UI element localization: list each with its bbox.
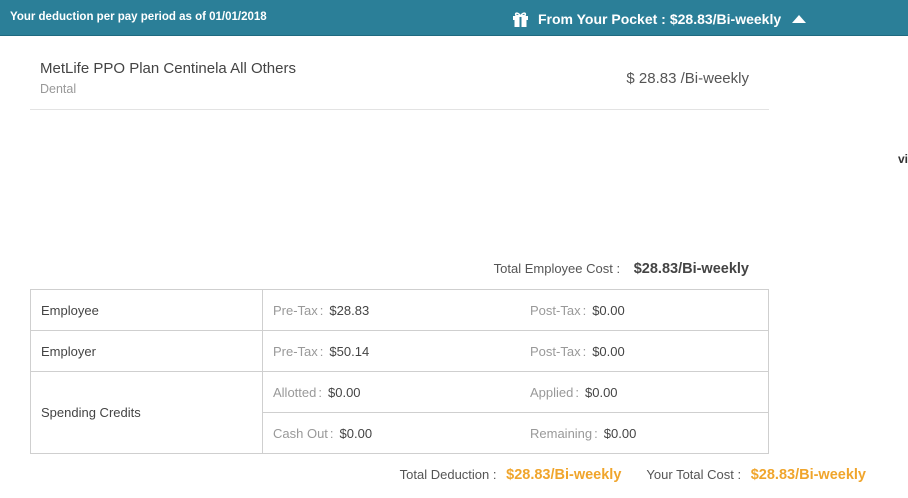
remaining-value: $0.00 xyxy=(603,425,637,441)
post-tax-value: $0.00 xyxy=(592,302,625,318)
post-tax-cell: Post-Tax: $0.00 xyxy=(520,289,769,331)
from-your-pocket-toggle[interactable]: From Your Pocket : $28.83/Bi-weekly xyxy=(512,9,807,29)
allotted-value: $0.00 xyxy=(328,384,361,400)
row-label: Employee xyxy=(30,289,263,331)
total-employee-cost: Total Employee Cost : $28.83/Bi-weekly xyxy=(494,261,749,277)
total-deduction-label: Total Deduction : xyxy=(399,467,497,482)
post-tax-label: Post-Tax xyxy=(530,343,581,359)
total-deduction-value: $28.83/Bi-weekly xyxy=(506,467,622,483)
totals-footer: Total Deduction : $28.83/Bi-weekly Your … xyxy=(400,467,866,483)
truncated-text: vi xyxy=(898,152,908,166)
caret-up-icon[interactable] xyxy=(792,15,807,23)
applied-value: $0.00 xyxy=(585,384,618,400)
cost-breakdown-table: Employee Pre-Tax: $28.83 Post-Tax: $0.00 E… xyxy=(30,289,769,454)
applied-label: Applied xyxy=(530,384,574,400)
remaining-label: Remaining xyxy=(530,425,593,441)
total-employee-cost-value: $28.83/Bi-weekly xyxy=(633,261,749,277)
deduction-header-bar: Your deduction per pay period as of 01/0… xyxy=(0,0,908,36)
remaining-cell: Remaining: $0.00 xyxy=(520,412,769,454)
total-employee-cost-label: Total Employee Cost : xyxy=(493,261,621,276)
table-row: Employee Pre-Tax: $28.83 Post-Tax: $0.00 xyxy=(30,289,769,331)
plan-name: MetLife PPO Plan Centinela All Others xyxy=(40,60,296,77)
plan-row: MetLife PPO Plan Centinela All Others De… xyxy=(30,48,769,110)
post-tax-label: Post-Tax xyxy=(530,302,581,318)
applied-cell: Applied: $0.00 xyxy=(520,371,769,413)
table-row: Spending Credits Allotted: $0.00 Applied:… xyxy=(30,371,769,454)
pre-tax-label: Pre-Tax xyxy=(273,302,318,318)
deduction-period-label: Your deduction per pay period as of 01/0… xyxy=(10,11,267,23)
table-row: Employer Pre-Tax: $50.14 Post-Tax: $0.00 xyxy=(30,330,769,372)
pre-tax-label: Pre-Tax xyxy=(273,343,318,359)
pocket-label: From Your Pocket : xyxy=(538,11,666,27)
pre-tax-cell: Pre-Tax: $50.14 xyxy=(262,330,520,372)
gift-icon xyxy=(512,11,529,28)
pre-tax-value: $28.83 xyxy=(329,302,370,318)
your-total-cost-value: $28.83/Bi-weekly xyxy=(750,467,866,483)
pocket-value: $28.83/Bi-weekly xyxy=(669,11,782,27)
cash-out-label: Cash Out xyxy=(273,425,328,441)
pre-tax-value: $50.14 xyxy=(329,343,370,359)
row-label: Employer xyxy=(30,330,263,372)
row-label: Spending Credits xyxy=(30,371,263,454)
allotted-label: Allotted xyxy=(273,384,317,400)
cash-out-value: $0.00 xyxy=(339,425,373,441)
allotted-cell: Allotted: $0.00 xyxy=(262,371,520,413)
cash-out-cell: Cash Out: $0.00 xyxy=(262,412,520,454)
post-tax-cell: Post-Tax: $0.00 xyxy=(520,330,769,372)
plan-type: Dental xyxy=(40,82,77,96)
your-total-cost-label: Your Total Cost : xyxy=(646,467,742,482)
pre-tax-cell: Pre-Tax: $28.83 xyxy=(262,289,520,331)
post-tax-value: $0.00 xyxy=(592,343,625,359)
plan-cost: $ 28.83 /Bi-weekly xyxy=(626,70,749,87)
